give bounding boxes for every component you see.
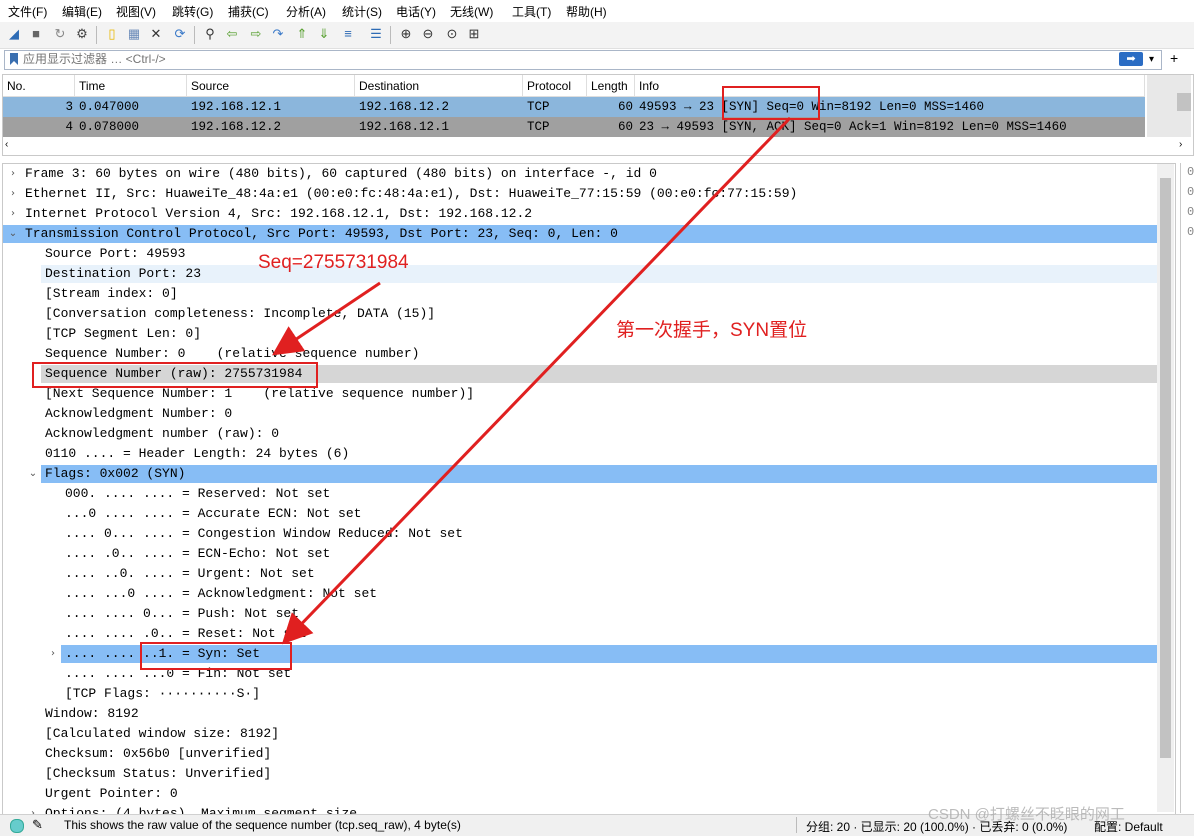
annotation-arrows [272, 116, 792, 645]
arrow-to-raw-seq [272, 281, 381, 356]
arrow-to-syn-flag [281, 116, 792, 645]
